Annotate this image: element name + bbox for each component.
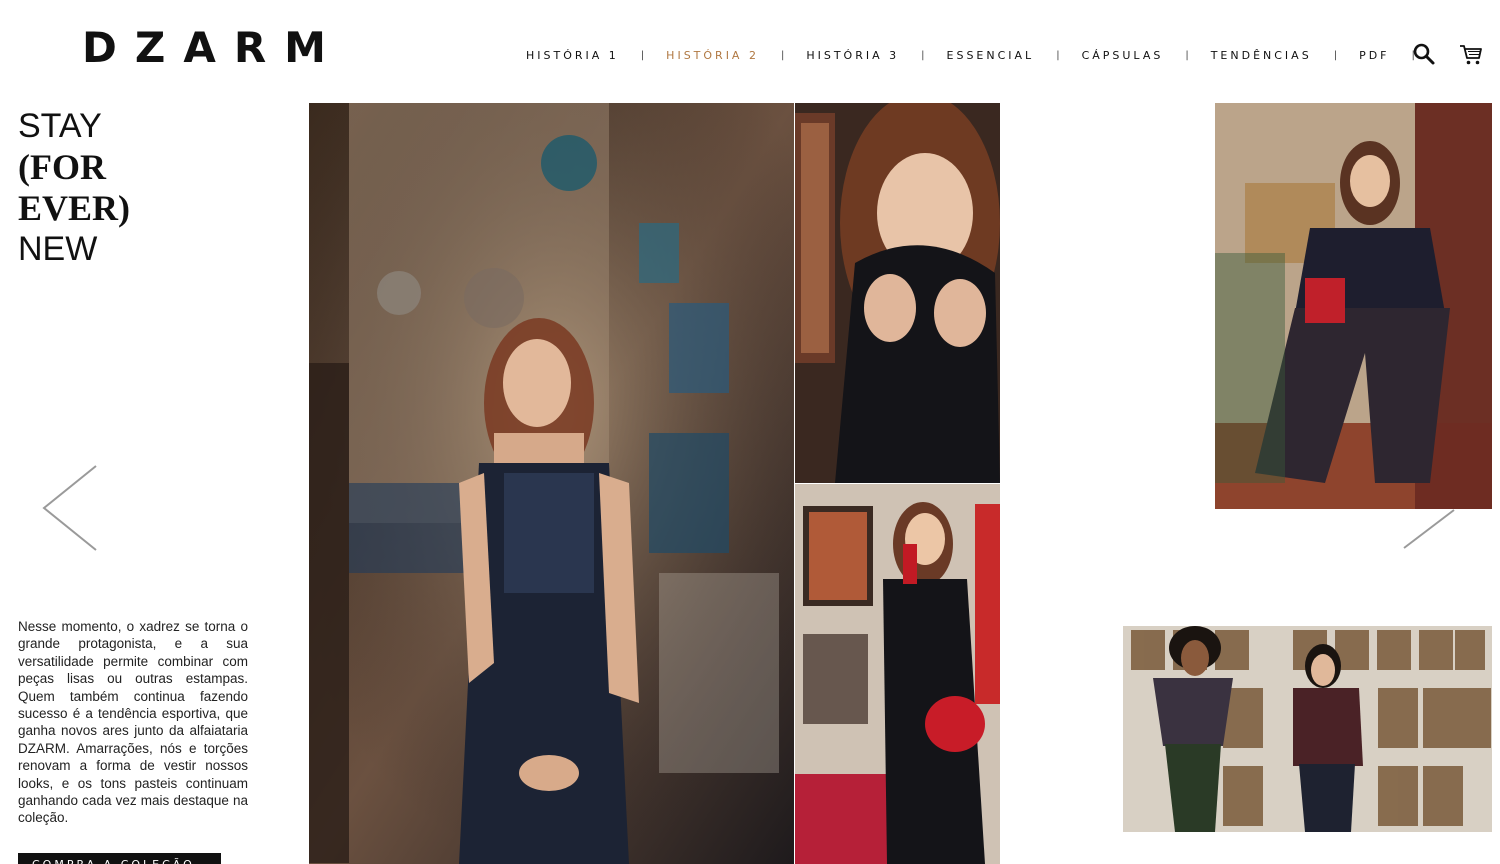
headline-line-4: NEW (18, 230, 98, 268)
nav-item-tendencias[interactable]: TENDÊNCIAS (1211, 49, 1312, 62)
nav-separator: | (780, 49, 785, 61)
shop-collection-button[interactable]: COMPRA A COLEÇÃO (18, 853, 221, 864)
search-icon[interactable] (1412, 42, 1436, 70)
nav-item-historia-1[interactable]: HISTÓRIA 1 (526, 49, 619, 62)
nav-item-essencial[interactable]: ESSENCIAL (947, 49, 1035, 62)
chevron-left-icon[interactable] (40, 463, 100, 557)
photo-woman-red-telephone (795, 484, 1000, 864)
collection-description: Nesse momento, o xadrez se torna o grand… (18, 619, 248, 826)
main-nav: HISTÓRIA 1 | HISTÓRIA 2 | HISTÓRIA 3 | E… (526, 46, 1437, 64)
photo-woman-in-plaid-dress (309, 103, 794, 864)
nav-item-capsulas[interactable]: CÁPSULAS (1082, 49, 1164, 62)
cart-icon[interactable] (1459, 44, 1483, 70)
headline-line-2: (FOR (18, 147, 106, 187)
photo-woman-seated-plaid (1215, 103, 1492, 509)
photo-woman-turtleneck (795, 103, 1000, 483)
chevron-right-icon[interactable] (1400, 508, 1460, 556)
headline-line-3: EVER) (18, 188, 131, 228)
brand-logo[interactable]: DZARM (82, 26, 344, 70)
nav-item-historia-3[interactable]: HISTÓRIA 3 (806, 49, 899, 62)
nav-separator: | (1056, 49, 1060, 61)
nav-item-pdf[interactable]: PDF (1359, 49, 1389, 62)
nav-separator: | (1185, 49, 1189, 61)
photo-two-women-frames (1123, 626, 1492, 832)
headline-line-1: STAY (18, 107, 102, 145)
nav-separator: | (921, 49, 925, 61)
nav-separator: | (1333, 49, 1338, 61)
headline: STAY (FOR EVER) NEW (18, 106, 218, 270)
nav-separator: | (640, 49, 645, 61)
nav-item-historia-2[interactable]: HISTÓRIA 2 (666, 49, 759, 62)
